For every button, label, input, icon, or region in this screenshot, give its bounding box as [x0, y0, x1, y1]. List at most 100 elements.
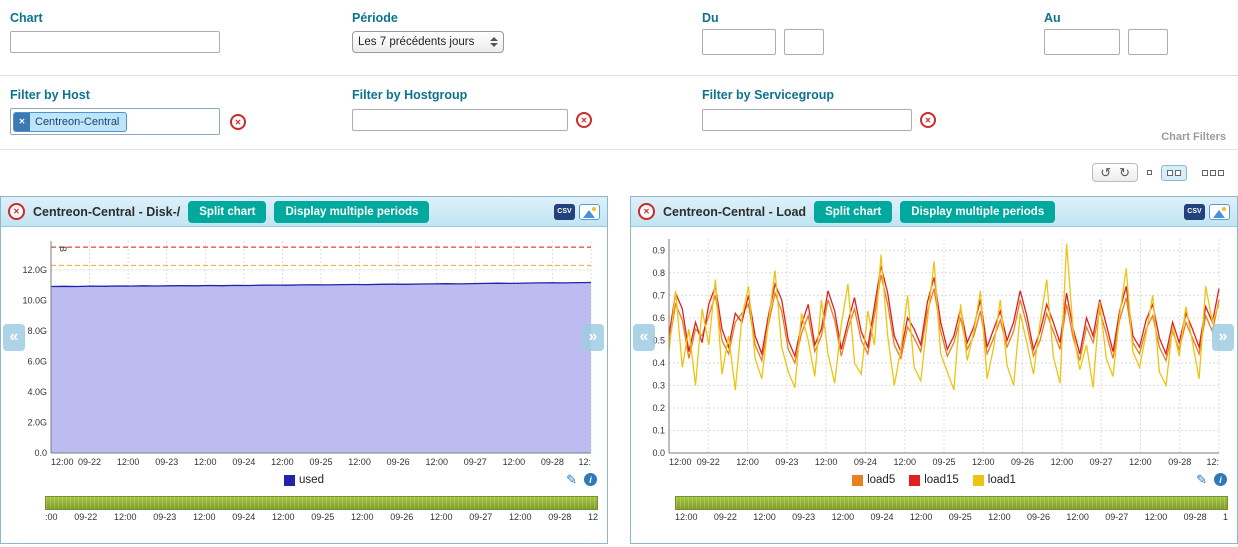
du-time-input[interactable] [784, 29, 824, 55]
svg-text:09-23: 09-23 [155, 457, 178, 467]
svg-text:09-25: 09-25 [932, 457, 955, 467]
svg-text:12:00: 12:00 [893, 457, 916, 467]
periode-select[interactable]: Les 7 précédents jours [352, 31, 504, 53]
svg-text:B: B [58, 246, 68, 252]
chart-legend: load5 load15 load1 [845, 474, 1023, 489]
chart-filter-label: Chart [10, 11, 43, 25]
chip-remove-icon[interactable]: ✕ [14, 112, 30, 132]
remove-chart-icon[interactable]: ✕ [8, 203, 25, 220]
sync-button-group: ↺ ↻ [1092, 163, 1138, 182]
svg-text:09-25: 09-25 [309, 457, 332, 467]
shift-period-left-button[interactable]: « [633, 324, 655, 351]
info-icon[interactable]: i [1214, 473, 1227, 486]
legend-item[interactable]: load5 [852, 474, 895, 486]
svg-text:12:00: 12:00 [669, 457, 692, 467]
svg-text:0.0: 0.0 [652, 448, 665, 458]
svg-text:0.3: 0.3 [652, 380, 665, 390]
load-average-chart: 12:0009-2212:0009-2312:0009-2412:0009-25… [635, 231, 1231, 469]
chart-title-load: Centreon-Central - Load [663, 205, 806, 219]
chart-panel-load-header: ✕ Centreon-Central - Load Split chart Di… [631, 197, 1237, 227]
svg-text:09-24: 09-24 [232, 457, 255, 467]
rotate-left-icon[interactable]: ↺ [1100, 166, 1111, 179]
svg-text:0.2: 0.2 [652, 403, 665, 413]
legend-color-swatch [852, 475, 863, 486]
edit-icon[interactable]: ✎ [566, 473, 577, 486]
timeline-labels: :0009-2212:0009-2312:0009-2412:0009-2512… [45, 512, 598, 522]
export-csv-icon[interactable]: CSV [1184, 204, 1205, 220]
svg-text:09-26: 09-26 [1011, 457, 1034, 467]
timeline-selector-bar[interactable] [675, 496, 1228, 510]
chart-title-disk: Centreon-Central - Disk-/ [33, 205, 180, 219]
timeline-labels: 12:0009-2212:0009-2312:0009-2412:0009-25… [675, 512, 1228, 522]
svg-text:4.0G: 4.0G [27, 387, 47, 397]
svg-text:12:00: 12:00 [1129, 457, 1152, 467]
filter-row-secondary: Filter by Host ✕ Centreon-Central ✕ Filt… [0, 76, 1238, 150]
remove-chart-icon[interactable]: ✕ [638, 203, 655, 220]
host-chip[interactable]: ✕ Centreon-Central [13, 112, 127, 132]
svg-text:12:00: 12:00 [348, 457, 371, 467]
svg-text:6.0G: 6.0G [27, 356, 47, 366]
display-multiple-periods-button[interactable]: Display multiple periods [900, 201, 1055, 223]
au-time-input[interactable] [1128, 29, 1168, 55]
svg-text:12:00: 12:00 [736, 457, 759, 467]
chart-filters-caption: Chart Filters [1161, 131, 1226, 143]
export-image-icon[interactable] [1209, 204, 1230, 220]
legend-color-swatch [284, 475, 295, 486]
svg-text:0.6: 0.6 [652, 313, 665, 323]
chevron-updown-icon [490, 37, 498, 47]
svg-text:09-22: 09-22 [78, 457, 101, 467]
clear-hostgroup-filter-icon[interactable]: ✕ [576, 112, 592, 128]
chart-panel-disk: ✕ Centreon-Central - Disk-/ Split chart … [0, 196, 608, 544]
edit-icon[interactable]: ✎ [1196, 473, 1207, 486]
svg-text:12:00: 12:00 [1051, 457, 1074, 467]
svg-text:0.1: 0.1 [652, 425, 665, 435]
timeline-selector-bar[interactable] [45, 496, 598, 510]
au-date-input[interactable] [1044, 29, 1120, 55]
disk-legend-row: used ✎ i [1, 469, 607, 494]
split-chart-button[interactable]: Split chart [814, 201, 892, 223]
clear-servicegroup-filter-icon[interactable]: ✕ [920, 112, 936, 128]
host-filter-input[interactable]: ✕ Centreon-Central [10, 108, 220, 135]
svg-text:09-27: 09-27 [1090, 457, 1113, 467]
svg-text:0.9: 0.9 [652, 245, 665, 255]
svg-text:12:00: 12:00 [425, 457, 448, 467]
rotate-right-icon[interactable]: ↻ [1119, 166, 1130, 179]
filter-by-servicegroup-label: Filter by Servicegroup [702, 88, 834, 102]
svg-text:09-27: 09-27 [464, 457, 487, 467]
hostgroup-filter-input[interactable] [352, 109, 568, 131]
shift-period-right-button[interactable]: » [582, 324, 604, 351]
svg-text:09-28: 09-28 [1168, 457, 1191, 467]
chart-filter-input[interactable] [10, 31, 220, 53]
filter-row-primary: Chart Période Les 7 précédents jours Du … [0, 0, 1238, 76]
view-one-column-icon[interactable] [1147, 170, 1152, 175]
shift-period-right-button[interactable]: » [1212, 324, 1234, 351]
svg-text:12:00: 12:00 [51, 457, 74, 467]
svg-text:0.0: 0.0 [34, 448, 47, 458]
host-chip-label: Centreon-Central [30, 116, 126, 128]
chart-panel-disk-header: ✕ Centreon-Central - Disk-/ Split chart … [1, 197, 607, 227]
split-chart-button[interactable]: Split chart [188, 201, 266, 223]
legend-item[interactable]: used [284, 474, 324, 486]
display-multiple-periods-button[interactable]: Display multiple periods [274, 201, 429, 223]
du-date-input[interactable] [702, 29, 776, 55]
svg-text:8.0G: 8.0G [27, 326, 47, 336]
shift-period-left-button[interactable]: « [3, 324, 25, 351]
disk-chart-area: 12:0009-2212:0009-2312:0009-2412:0009-25… [1, 227, 607, 469]
svg-text:09-24: 09-24 [854, 457, 877, 467]
view-two-columns-button[interactable] [1161, 165, 1187, 181]
svg-text:2.0G: 2.0G [27, 417, 47, 427]
svg-text:12.0G: 12.0G [22, 265, 47, 275]
svg-text:12:: 12: [578, 457, 591, 467]
clear-host-filter-icon[interactable]: ✕ [230, 114, 246, 130]
legend-item[interactable]: load15 [909, 474, 959, 486]
periode-label: Période [352, 11, 398, 25]
svg-text:10.0G: 10.0G [22, 295, 47, 305]
view-three-columns-button[interactable] [1196, 165, 1230, 181]
info-icon[interactable]: i [584, 473, 597, 486]
svg-text:09-23: 09-23 [775, 457, 798, 467]
export-image-icon[interactable] [579, 204, 600, 220]
legend-item[interactable]: load1 [973, 474, 1016, 486]
filter-by-host-label: Filter by Host [10, 88, 90, 102]
export-csv-icon[interactable]: CSV [554, 204, 575, 220]
servicegroup-filter-input[interactable] [702, 109, 912, 131]
